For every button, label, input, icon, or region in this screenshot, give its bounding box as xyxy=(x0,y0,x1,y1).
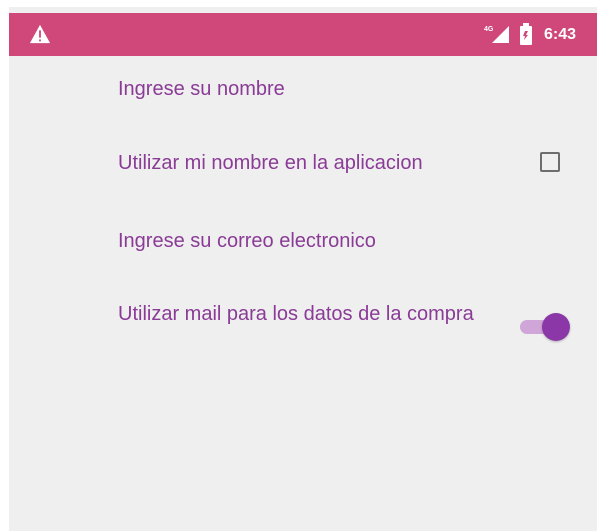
use-name-checkbox[interactable] xyxy=(540,152,560,172)
signal-strength-icon: 4G xyxy=(484,26,509,43)
battery-icon xyxy=(520,23,532,45)
status-time: 6:43 xyxy=(544,26,577,43)
toggle-thumb[interactable] xyxy=(542,313,570,341)
warning-triangle-icon xyxy=(29,24,51,44)
app-screen: 4G 6:43 Ingrese su nombre Utilizar mi no… xyxy=(9,7,597,531)
name-preference[interactable]: Ingrese su nombre xyxy=(118,76,285,102)
use-name-preference[interactable]: Utilizar mi nombre en la aplicacion xyxy=(118,150,423,176)
network-type-label: 4G xyxy=(484,26,494,33)
use-mail-toggle[interactable] xyxy=(518,311,570,343)
email-preference[interactable]: Ingrese su correo electronico xyxy=(118,228,376,254)
status-bar: 4G 6:43 xyxy=(9,13,597,56)
use-mail-preference[interactable]: Utilizar mail para los datos de la compr… xyxy=(118,301,478,327)
